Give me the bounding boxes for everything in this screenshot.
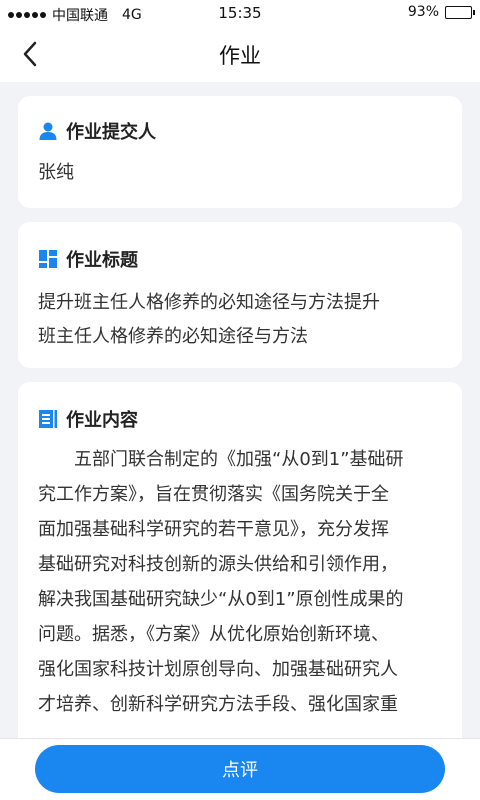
homework-title-header: 作业标题 [38, 246, 138, 272]
battery-icon [445, 5, 475, 19]
person-icon [39, 122, 57, 140]
submitter-header: 作业提交人 [38, 118, 156, 144]
content-line: 面加强基础科学研究的若干意见》，充分发挥 [38, 519, 389, 540]
status-right: 93% [407, 4, 475, 20]
page-title: 作业 [219, 44, 261, 68]
content-line: 才培养、创新科学研究方法手段、强化国家重 [38, 694, 398, 715]
content-line: 解决我国基础研究缺少“从0到1”原创性成果的 [38, 589, 404, 610]
content-area: 作业提交人 张纯 作业标题 提升班主任人格修养的必知途径与方法提升 班主任人格修… [0, 82, 480, 738]
content-line: 基础研究对科技创新的源头供给和引领作用， [38, 554, 398, 575]
bottom-action-bar: 点评 [0, 738, 480, 800]
submitter-card: 作业提交人 张纯 [18, 96, 462, 208]
nav-bar: 作业 [0, 26, 480, 82]
comment-button[interactable]: 点评 [35, 745, 445, 793]
homework-content-header: 作业内容 [38, 406, 138, 432]
submitter-label: 作业提交人 [66, 122, 156, 143]
content-line: 强化国家科技计划原创导向、加强基础研究人 [38, 659, 398, 680]
homework-content-label: 作业内容 [66, 410, 138, 431]
homework-content-text: 五部门联合制定的《加强“从0到1”基础研 究工作方案》，旨在贯彻落实《国务院关于… [38, 442, 446, 722]
title-line: 提升班主任人格修养的必知途径与方法提升 [38, 292, 380, 313]
content-line: 五部门联合制定的《加强“从0到1”基础研 [38, 449, 404, 470]
homework-content-card: 作业内容 五部门联合制定的《加强“从0到1”基础研 究工作方案》，旨在贯彻落实《… [18, 382, 462, 738]
homework-title-text: 提升班主任人格修养的必知途径与方法提升 班主任人格修养的必知途径与方法 [38, 286, 446, 354]
status-bar: 中国联通 4G 15:35 93% [0, 0, 480, 26]
content-line: 究工作方案》，旨在贯彻落实《国务院关于全 [38, 484, 389, 505]
homework-title-card: 作业标题 提升班主任人格修养的必知途径与方法提升 班主任人格修养的必知途径与方法 [18, 222, 462, 368]
homework-title-label: 作业标题 [66, 250, 138, 271]
content-line: 问题。据悉，《方案》从优化原始创新环境、 [38, 624, 389, 645]
battery-percent: 93% [407, 4, 439, 20]
grid-icon [39, 250, 57, 268]
submitter-name: 张纯 [38, 162, 74, 183]
document-icon [39, 410, 57, 428]
title-line: 班主任人格修养的必知途径与方法 [38, 326, 308, 347]
